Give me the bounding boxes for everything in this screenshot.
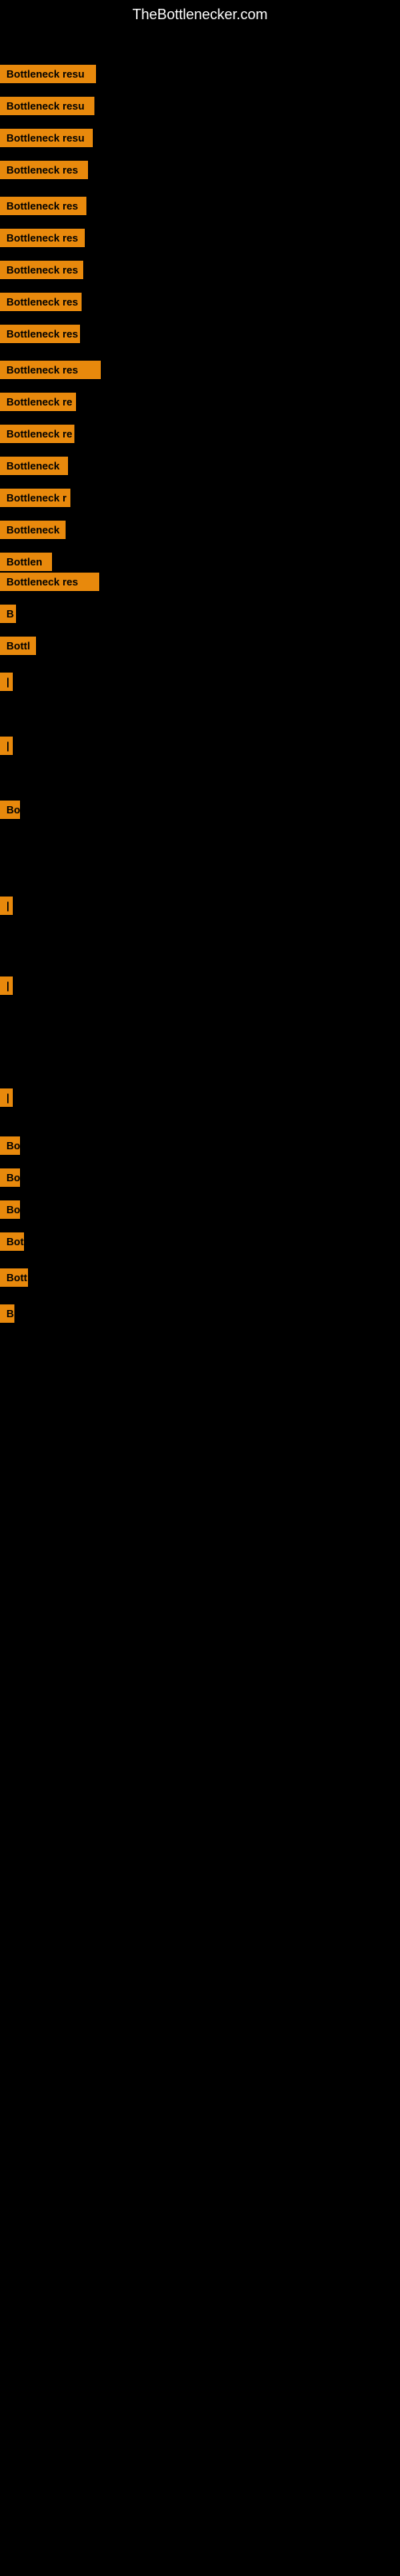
bottleneck-button-28[interactable]: Bo	[0, 1200, 20, 1219]
bottleneck-button-7[interactable]: Bottleneck res	[0, 261, 83, 279]
bottleneck-button-11[interactable]: Bottleneck re	[0, 393, 76, 411]
bottleneck-button-14[interactable]: Bottleneck r	[0, 489, 70, 507]
bottleneck-button-24[interactable]: |	[0, 976, 13, 995]
bottleneck-button-8[interactable]: Bottleneck res	[0, 293, 82, 311]
bottleneck-button-30[interactable]: Bott	[0, 1268, 28, 1287]
bottleneck-button-17[interactable]: Bottleneck res	[0, 573, 99, 591]
bottleneck-button-10[interactable]: Bottleneck res	[0, 361, 101, 379]
bottleneck-button-29[interactable]: Bot	[0, 1232, 24, 1251]
bottleneck-button-19[interactable]: Bottl	[0, 637, 36, 655]
bottleneck-button-2[interactable]: Bottleneck resu	[0, 97, 94, 115]
bottleneck-button-20[interactable]: |	[0, 673, 13, 691]
bottleneck-button-22[interactable]: Bo	[0, 801, 20, 819]
bottleneck-button-15[interactable]: Bottleneck	[0, 521, 66, 539]
bottleneck-button-9[interactable]: Bottleneck res	[0, 325, 80, 343]
bottleneck-button-13[interactable]: Bottleneck	[0, 457, 68, 475]
bottleneck-button-21[interactable]: |	[0, 737, 13, 755]
bottleneck-button-27[interactable]: Bo	[0, 1168, 20, 1187]
site-title: TheBottlenecker.com	[0, 0, 400, 33]
bottleneck-button-25[interactable]: |	[0, 1088, 13, 1107]
bottleneck-button-18[interactable]: B	[0, 605, 16, 623]
bottleneck-button-31[interactable]: B	[0, 1304, 14, 1323]
bottleneck-button-5[interactable]: Bottleneck res	[0, 197, 86, 215]
bottleneck-button-6[interactable]: Bottleneck res	[0, 229, 85, 247]
bottleneck-button-1[interactable]: Bottleneck resu	[0, 65, 96, 83]
bottleneck-button-23[interactable]: |	[0, 897, 13, 915]
bottleneck-button-16[interactable]: Bottlen	[0, 553, 52, 571]
bottleneck-button-4[interactable]: Bottleneck res	[0, 161, 88, 179]
bottleneck-button-3[interactable]: Bottleneck resu	[0, 129, 93, 147]
bottleneck-button-26[interactable]: Bo	[0, 1136, 20, 1155]
bottleneck-button-12[interactable]: Bottleneck re	[0, 425, 74, 443]
